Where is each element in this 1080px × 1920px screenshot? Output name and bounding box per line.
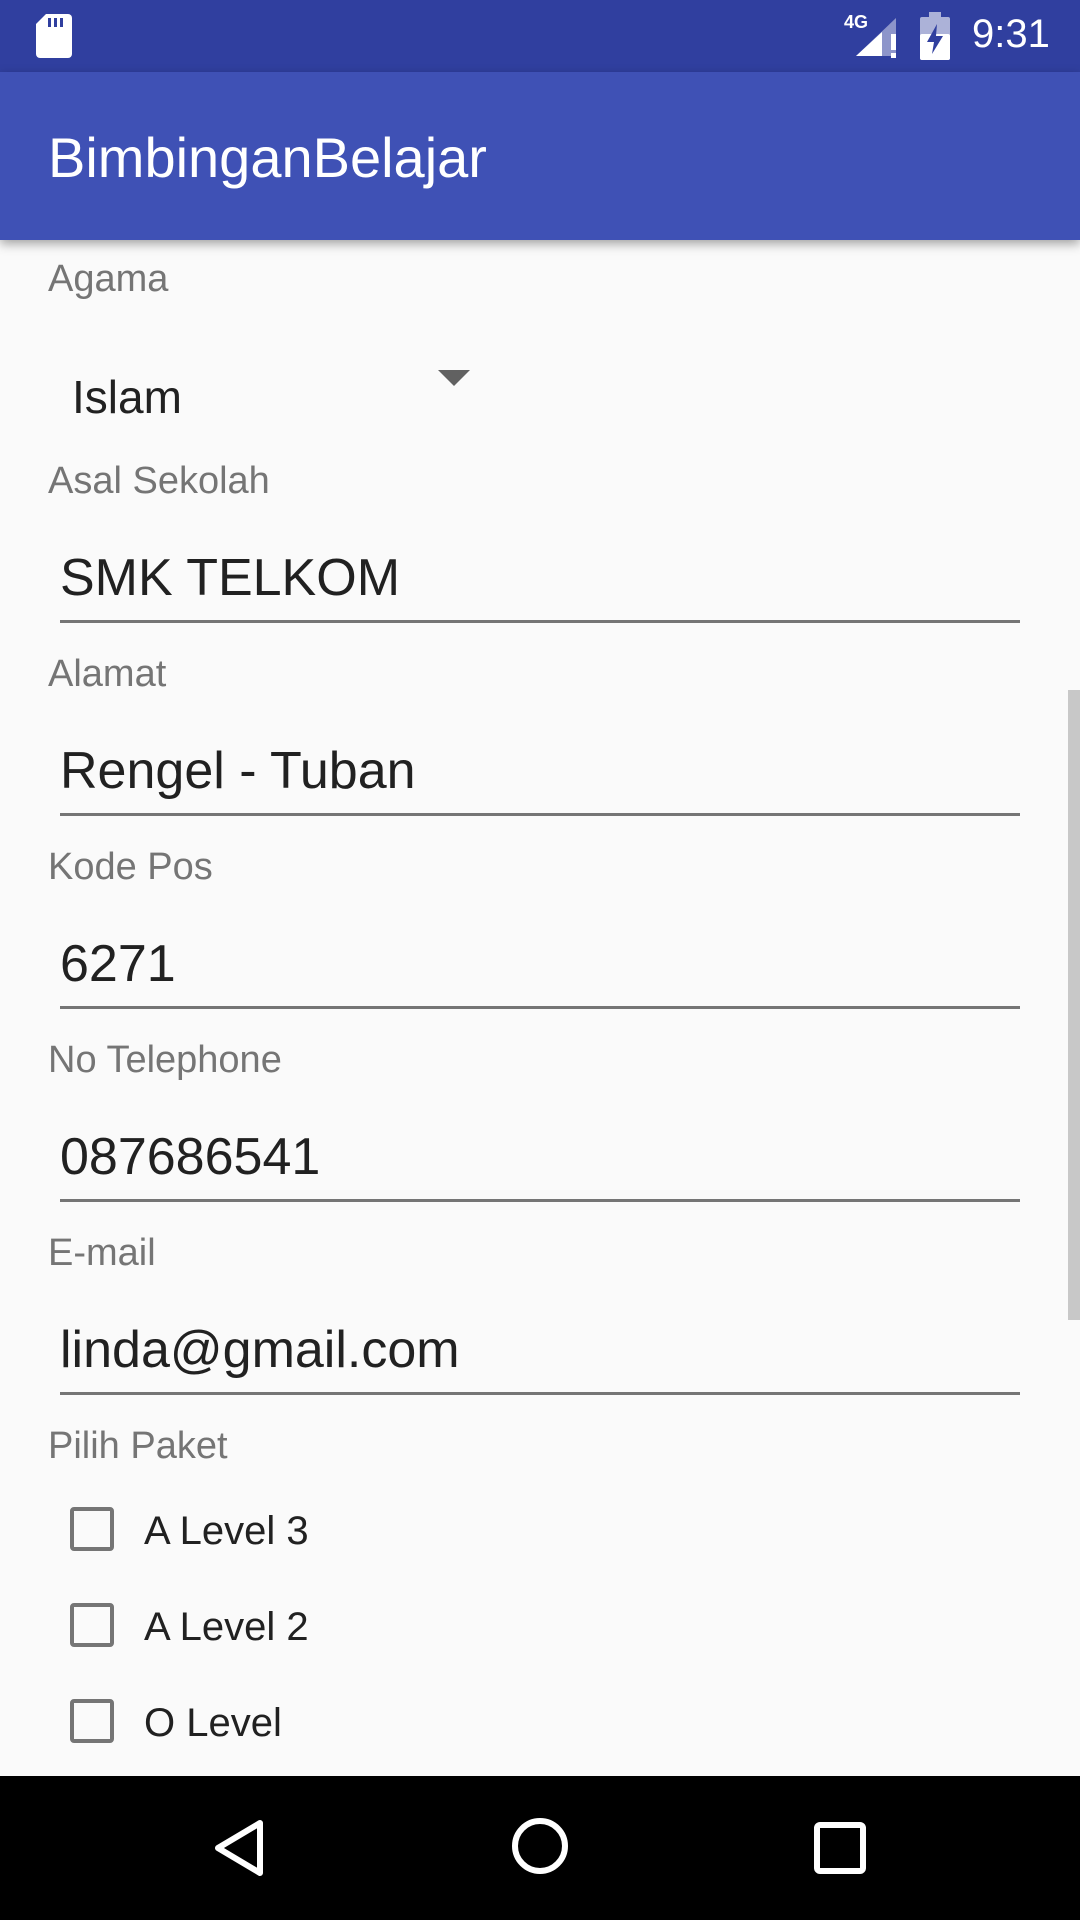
alamat-value: Rengel - Tuban: [60, 742, 416, 800]
asal-sekolah-value: SMK TELKOM: [60, 549, 401, 607]
checkbox-o-level[interactable]: O Level: [66, 1685, 566, 1765]
checkbox-label: A Level 2: [144, 1605, 309, 1649]
kode-pos-field[interactable]: 6271: [60, 926, 1020, 1009]
kode-pos-value: 6271: [60, 935, 176, 993]
asal-sekolah-field[interactable]: SMK TELKOM: [60, 540, 1020, 623]
no-telephone-field[interactable]: 087686541: [60, 1119, 1020, 1202]
checkbox-label: A Level 3: [144, 1509, 309, 1553]
email-field[interactable]: linda@gmail.com: [60, 1312, 1020, 1395]
kode-pos-label: Kode Pos: [48, 846, 213, 888]
recents-icon[interactable]: [812, 1820, 868, 1876]
status-time: 9:31: [972, 12, 1050, 56]
home-icon[interactable]: [510, 1816, 570, 1876]
battery-charging-icon: [920, 12, 950, 60]
pilih-paket-label: Pilih Paket: [48, 1425, 228, 1467]
checkbox-box[interactable]: [70, 1603, 114, 1647]
scrollbar[interactable]: [1068, 690, 1080, 1320]
back-icon[interactable]: [212, 1818, 266, 1878]
checkbox-a-level-3[interactable]: A Level 3: [66, 1493, 566, 1573]
alamat-label: Alamat: [48, 653, 167, 695]
sd-card-icon: [36, 14, 72, 58]
navigation-bar: [0, 1776, 1080, 1920]
agama-selected-value: Islam: [72, 371, 182, 423]
dropdown-arrow-icon: [438, 370, 470, 386]
form-content: Agama Islam Asal Sekolah SMK TELKOM Alam…: [0, 240, 1080, 1776]
checkbox-label: O Level: [144, 1701, 282, 1745]
email-label: E-mail: [48, 1232, 156, 1274]
agama-label: Agama: [48, 258, 169, 300]
alamat-field[interactable]: Rengel - Tuban: [60, 733, 1020, 816]
email-value: linda@gmail.com: [60, 1321, 460, 1379]
checkbox-a-level-2[interactable]: A Level 2: [66, 1589, 566, 1669]
asal-sekolah-label: Asal Sekolah: [48, 460, 270, 502]
signal-icon: [856, 18, 896, 58]
checkbox-box[interactable]: [70, 1699, 114, 1743]
app-bar: BimbinganBelajar: [0, 72, 1080, 240]
no-telephone-value: 087686541: [60, 1128, 321, 1186]
no-telephone-label: No Telephone: [48, 1039, 282, 1081]
app-title: BimbinganBelajar: [48, 126, 487, 189]
checkbox-box[interactable]: [70, 1507, 114, 1551]
status-bar: 4G 9:31: [0, 0, 1080, 72]
agama-spinner[interactable]: Islam: [48, 352, 528, 448]
